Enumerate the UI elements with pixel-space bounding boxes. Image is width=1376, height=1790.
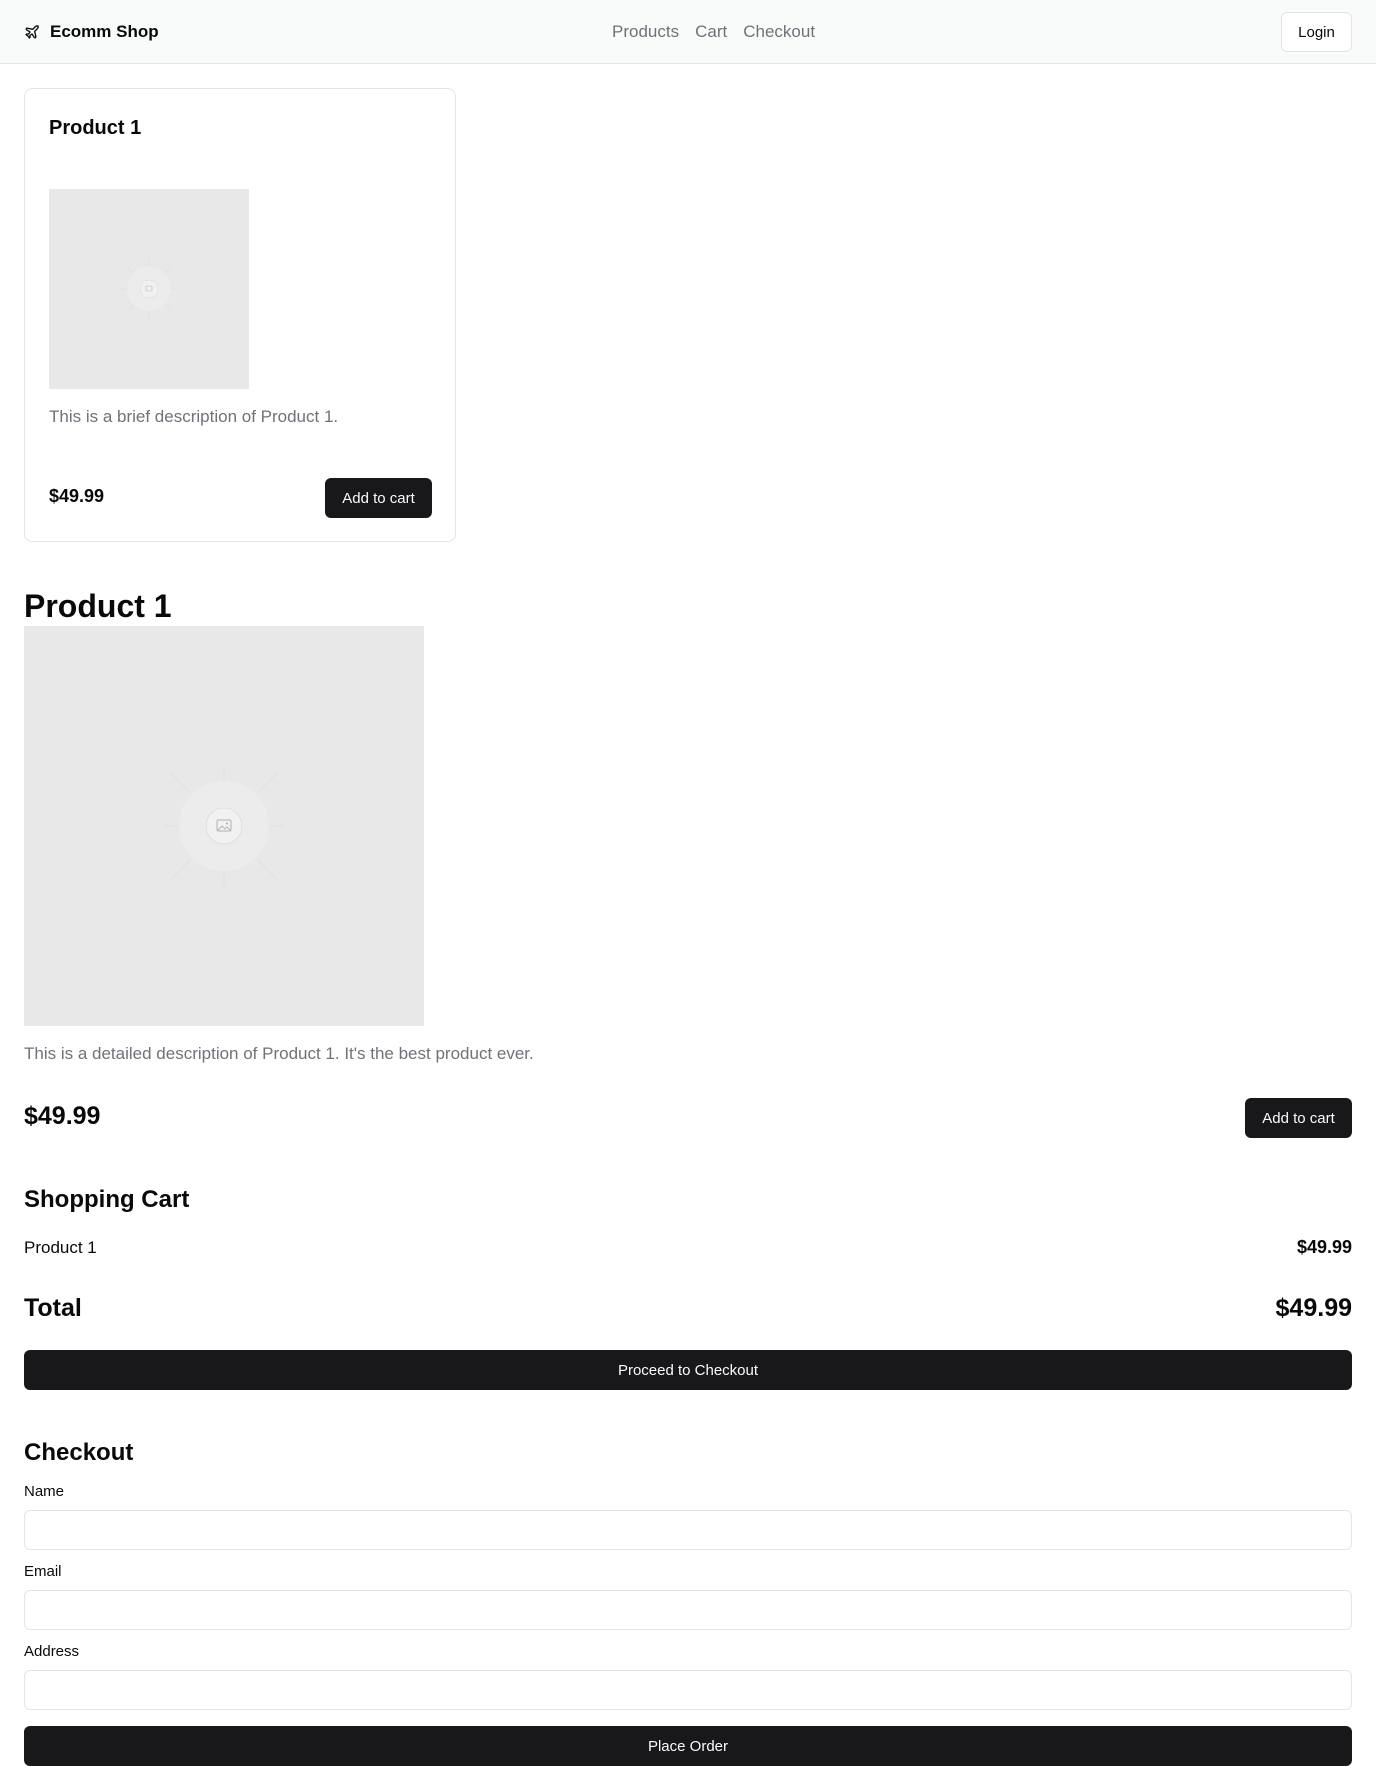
product-card: Product 1 This is a brief description of… xyxy=(24,88,456,542)
product-detail-image xyxy=(24,626,424,1026)
image-placeholder-icon xyxy=(119,259,179,319)
site-header: Ecomm Shop Products Cart Checkout Login xyxy=(0,0,1376,64)
product-card-title: Product 1 xyxy=(49,117,142,139)
email-field[interactable] xyxy=(24,1590,1352,1630)
product-detail-description: This is a detailed description of Produc… xyxy=(24,1044,534,1063)
cart-item-name: Product 1 xyxy=(24,1238,97,1257)
plane-icon xyxy=(25,25,39,39)
image-placeholder-icon xyxy=(164,766,284,886)
email-label: Email xyxy=(24,1563,62,1580)
checkout-title: Checkout xyxy=(24,1439,134,1466)
address-label: Address xyxy=(24,1643,80,1660)
brand-name: Ecomm Shop xyxy=(50,22,159,41)
product-card-image xyxy=(49,189,249,389)
product-card-price: $49.99 xyxy=(49,486,105,506)
main-nav: Products Cart Checkout xyxy=(612,0,815,64)
address-field[interactable] xyxy=(24,1670,1352,1710)
name-label: Name xyxy=(24,1483,65,1500)
proceed-to-checkout-button[interactable]: Proceed to Checkout xyxy=(24,1350,1352,1390)
nav-link-products[interactable]: Products xyxy=(612,22,679,42)
place-order-button[interactable]: Place Order xyxy=(24,1726,1352,1766)
product-detail-title: Product 1 xyxy=(24,588,172,624)
nav-link-checkout[interactable]: Checkout xyxy=(743,22,815,42)
add-to-cart-button[interactable]: Add to cart xyxy=(325,478,432,518)
cart-title: Shopping Cart xyxy=(24,1186,190,1213)
nav-link-cart[interactable]: Cart xyxy=(695,22,727,42)
brand[interactable]: Ecomm Shop xyxy=(24,0,159,64)
name-field[interactable] xyxy=(24,1510,1352,1550)
cart-total-value: $49.99 xyxy=(1275,1294,1352,1322)
product-card-description: This is a brief description of Product 1… xyxy=(49,407,339,426)
cart-total-label: Total xyxy=(24,1294,82,1322)
add-to-cart-button[interactable]: Add to cart xyxy=(1245,1098,1352,1138)
product-detail-price: $49.99 xyxy=(24,1102,101,1130)
cart-item-price: $49.99 xyxy=(1296,1237,1352,1257)
login-button[interactable]: Login xyxy=(1281,12,1352,52)
